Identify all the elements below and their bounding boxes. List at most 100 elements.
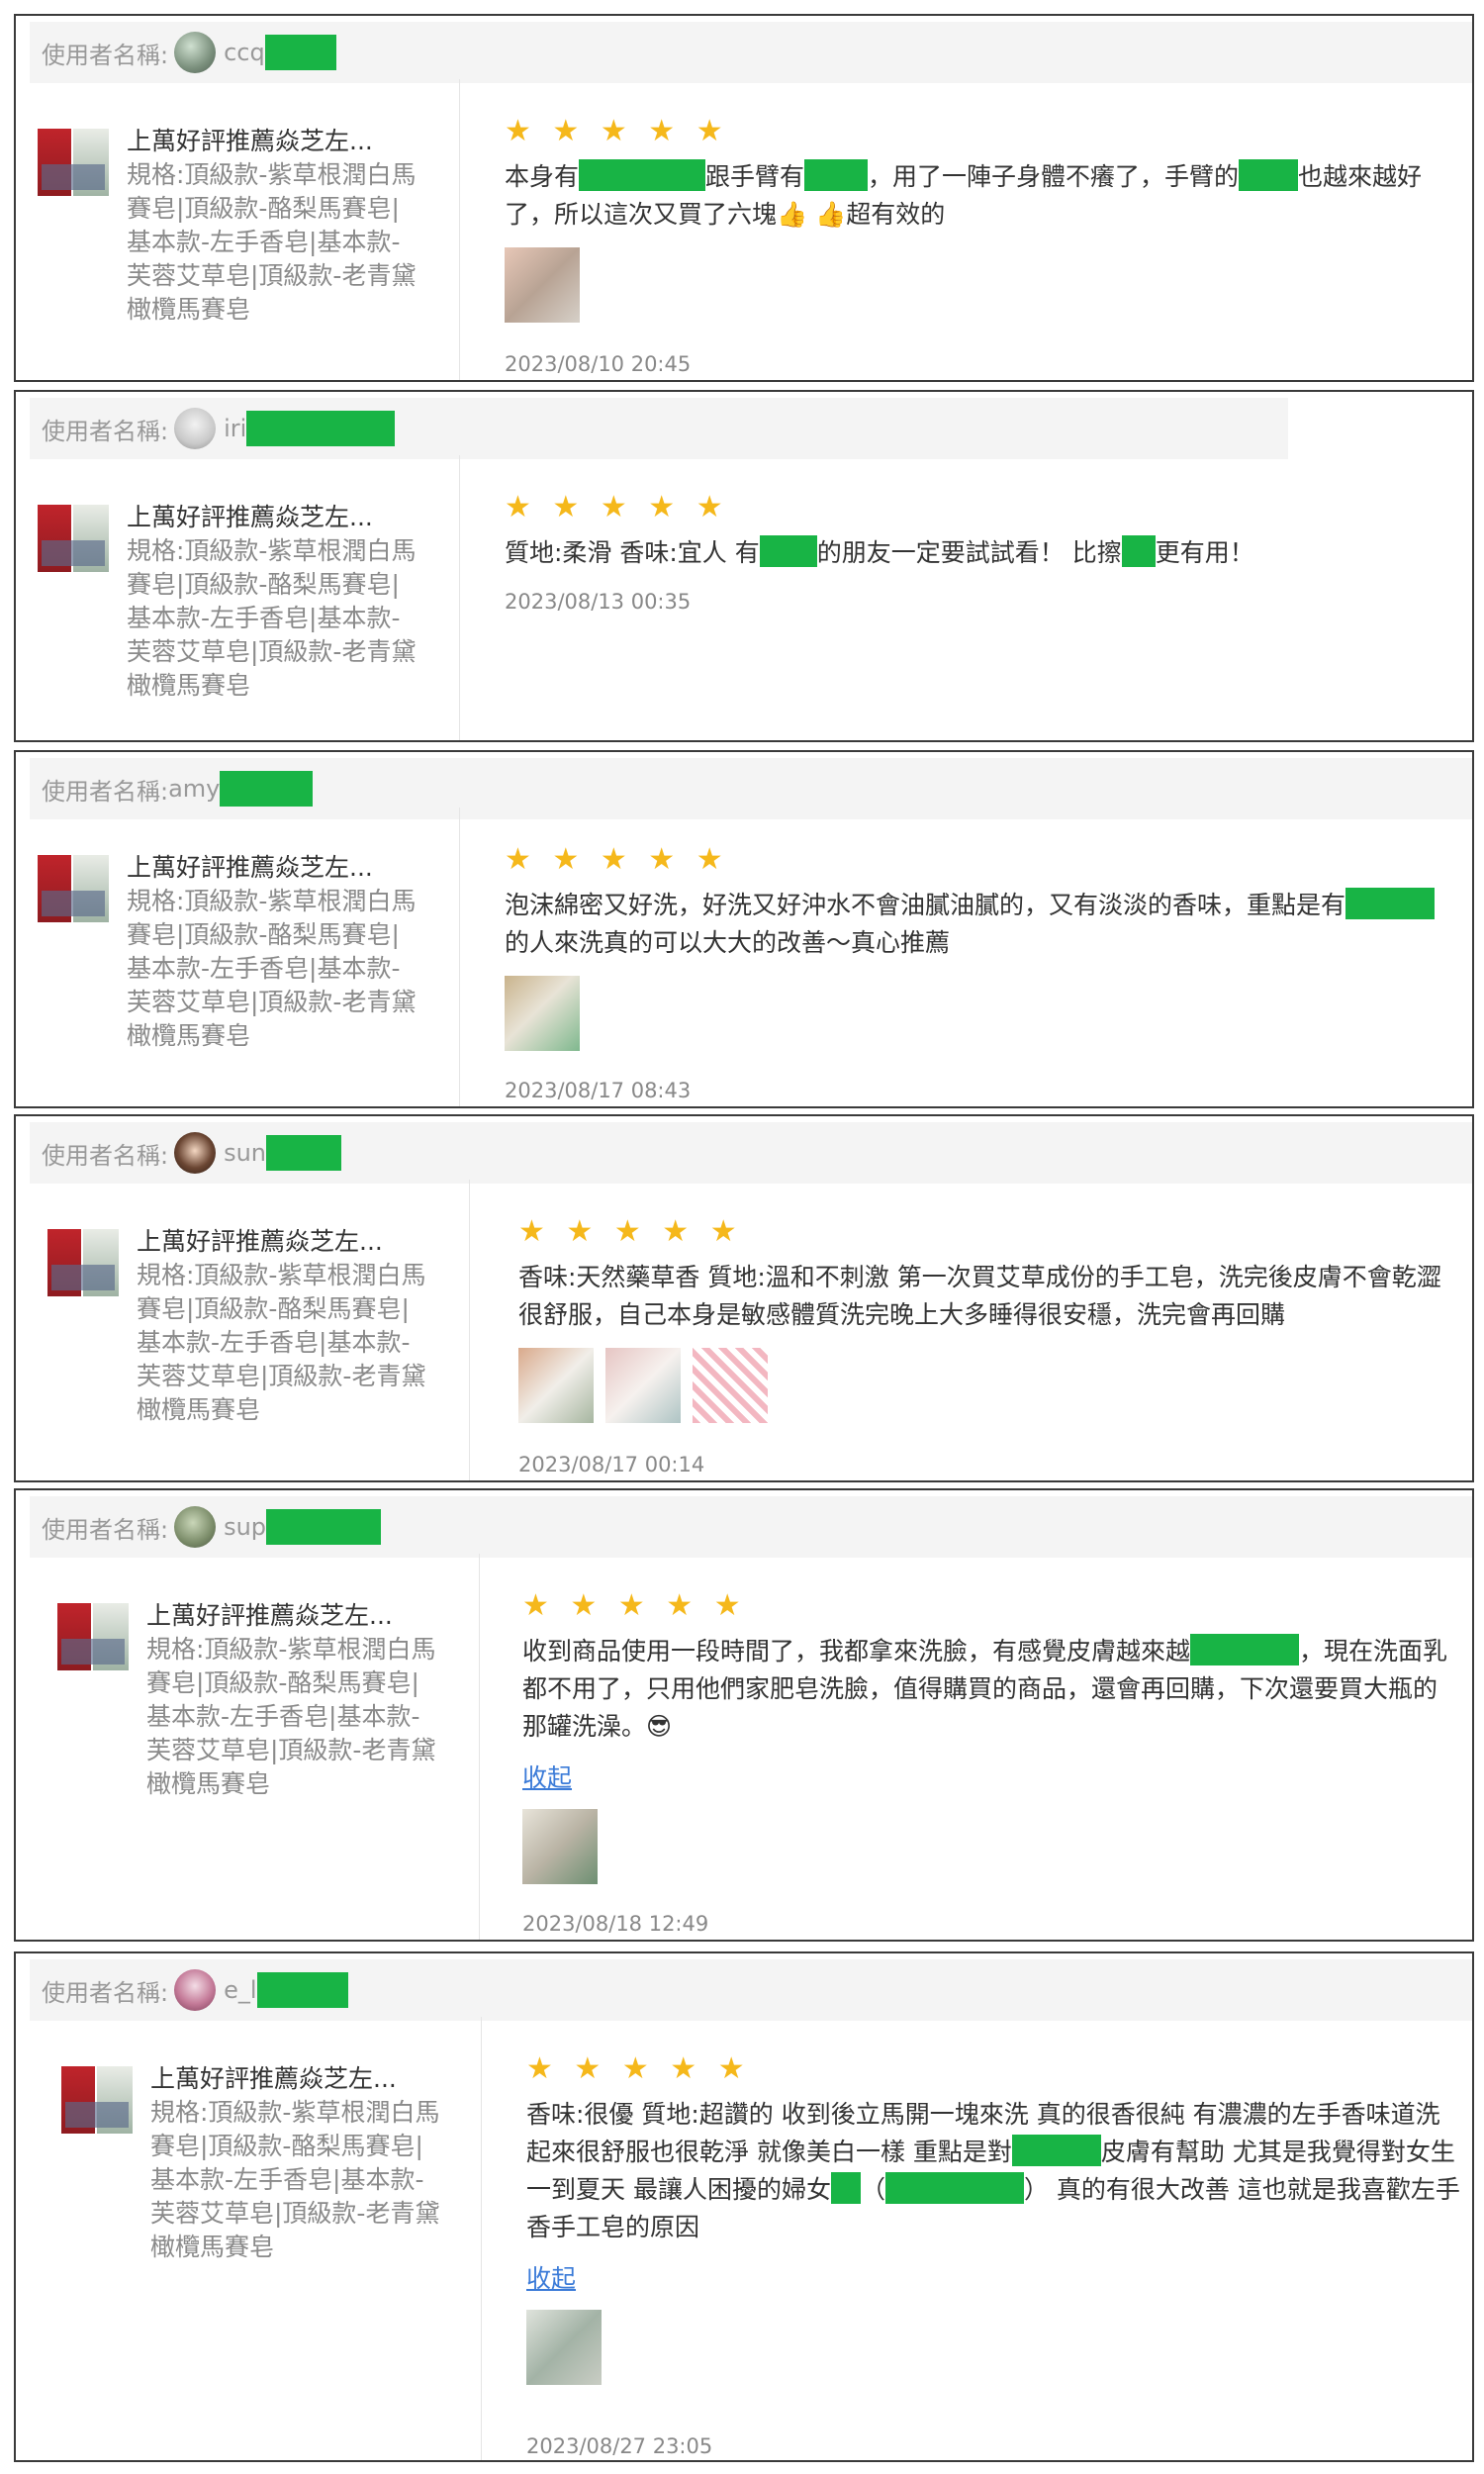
review-text: 香味:很優 質地:超讚的 收到後立馬開一塊來洗 真的很香很純 有濃濃的左手香味道… [526,2100,1460,2241]
product-info[interactable]: 上萬好評推薦焱芝左... 規格:頂級款-紫草根潤白馬賽皂|頂級款-酪梨馬賽皂|基… [36,851,423,1053]
username-label: 使用者名稱: [42,1141,169,1170]
rating-stars: ★ ★ ★ ★ ★ [526,2051,751,2086]
review-photo[interactable] [605,1348,681,1423]
review-photo[interactable] [693,1348,768,1423]
review-date: 2023/08/17 08:43 [505,1079,692,1102]
product-thumbnail[interactable] [36,501,111,576]
username: sup [224,1513,267,1541]
product-spec: 規格:頂級款-紫草根潤白馬賽皂|頂級款-酪梨馬賽皂|基本款-左手香皂|基本款-芙… [127,887,417,1050]
avatar [174,1132,217,1174]
product-title[interactable]: 上萬好評推薦焱芝左... [137,1225,433,1259]
review-card: 使用者名稱: sup 上萬好評推薦焱芝左... 規格:頂級款-紫草根潤白馬賽皂|… [14,1488,1474,1942]
redacted-block [1190,1634,1300,1665]
collapse-link[interactable]: 收起 [522,1761,1460,1795]
reviewer-header: 使用者名稱: amy [30,758,1472,819]
sunglasses-emoji: 😎 [646,1712,673,1741]
avatar [174,32,217,73]
rating-stars: ★ ★ ★ ★ ★ [505,490,729,524]
product-title[interactable]: 上萬好評推薦焱芝左... [150,2062,447,2096]
rating-stars: ★ ★ ★ ★ ★ [505,842,729,877]
product-info[interactable]: 上萬好評推薦焱芝左... 規格:頂級款-紫草根潤白馬賽皂|頂級款-酪梨馬賽皂|基… [36,125,423,327]
review-text: 香味:天然藥草香 質地:溫和不刺激 第一次買艾草成份的手工皂，洗完後皮膚不會乾澀… [518,1263,1441,1329]
redacted-block [884,2172,1024,2204]
username-label: 使用者名稱: [42,1515,169,1544]
review-content: ★ ★ ★ ★ ★ 收到商品使用一段時間了，我都拿來洗臉，有感覺皮膚越來越 ，現在… [522,1589,1460,1884]
reviewer-header: 使用者名稱: sup [30,1496,1472,1558]
username-label: 使用者名稱: [42,41,169,69]
redacted-block [1011,2135,1101,2166]
redacted-block [1121,535,1156,567]
product-info[interactable]: 上萬好評推薦焱芝左... 規格:頂級款-紫草根潤白馬賽皂|頂級款-酪梨馬賽皂|基… [55,1599,443,1801]
review-text: 收到商品使用一段時間了，我都拿來洗臉，有感覺皮膚越來越 ，現在洗面乳都不用了，只用… [522,1633,1460,1746]
product-info[interactable]: 上萬好評推薦焱芝左... 規格:頂級款-紫草根潤白馬賽皂|頂級款-酪梨馬賽皂|基… [36,501,423,703]
review-photo[interactable] [505,247,580,323]
review-date: 2023/08/13 00:35 [505,590,692,614]
rating-stars: ★ ★ ★ ★ ★ [522,1588,747,1623]
redacted-block [220,771,314,807]
divider [459,455,460,740]
product-title[interactable]: 上萬好評推薦焱芝左... [127,501,423,534]
avatar [174,1506,217,1548]
review-card: 使用者名稱: iri 上萬好評推薦焱芝左... 規格:頂級款-紫草根潤白馬賽皂|… [14,390,1474,742]
username-label: 使用者名稱: [42,417,169,445]
product-spec: 規格:頂級款-紫草根潤白馬賽皂|頂級款-酪梨馬賽皂|基本款-左手香皂|基本款-芙… [127,160,417,324]
review-text: 本身有 跟手臂有 ，用了一陣子身體不癢了，手臂的 也越來越好了，所以這次又買了六塊👍 … [505,158,1454,234]
redacted-block [830,2172,861,2204]
username-label: 使用者名稱: [42,777,169,806]
product-spec: 規格:頂級款-紫草根潤白馬賽皂|頂級款-酪梨馬賽皂|基本款-左手香皂|基本款-芙… [137,1261,426,1424]
review-text: 質地:柔滑 香味:宜人 有的朋友一定要試試看！ 比擦 更有用！ [505,534,1454,572]
redacted-block [1239,159,1299,191]
rating-stars: ★ ★ ★ ★ ★ [518,1214,743,1249]
review-card: 使用者名稱: amy 上萬好評推薦焱芝左... 規格:頂級款-紫草根潤白馬賽皂|… [14,750,1474,1108]
review-date: 2023/08/10 20:45 [505,352,692,376]
redacted-block [266,1135,342,1171]
review-photo[interactable] [526,2310,602,2385]
thumbs-up-emoji: 👍 👍 [777,200,847,229]
review-photo[interactable] [518,1348,594,1423]
product-thumbnail[interactable] [36,125,111,200]
product-thumbnail[interactable] [36,851,111,926]
review-card: 使用者名稱: e_l 上萬好評推薦焱芝左... 規格:頂級款-紫草根潤白馬賽皂|… [14,1951,1474,2462]
username: iri [224,415,247,442]
redacted-block [804,159,869,191]
review-content: ★ ★ ★ ★ ★ 香味:很優 質地:超讚的 收到後立馬開一塊來洗 真的很香很純… [526,2052,1460,2385]
username: sun [224,1139,267,1167]
review-photo[interactable] [522,1809,598,1884]
review-date: 2023/08/17 00:14 [518,1453,705,1476]
divider [459,79,460,380]
product-thumbnail[interactable] [55,1599,131,1674]
product-title[interactable]: 上萬好評推薦焱芝左... [127,851,423,885]
product-spec: 規格:頂級款-紫草根潤白馬賽皂|頂級款-酪梨馬賽皂|基本款-左手香皂|基本款-芙… [146,1635,436,1798]
reviewer-header: 使用者名稱: iri [30,398,1288,459]
reviewer-header: 使用者名稱: e_l [30,1959,1472,2021]
product-info[interactable]: 上萬好評推薦焱芝左... 規格:頂級款-紫草根潤白馬賽皂|頂級款-酪梨馬賽皂|基… [46,1225,433,1427]
avatar [174,1969,217,2011]
divider [459,808,460,1106]
reviewer-header: 使用者名稱: ccq [30,22,1472,83]
review-content: ★ ★ ★ ★ ★ 本身有 跟手臂有 ，用了一陣子身體不癢了，手臂的 也越來越好了，所… [505,115,1454,323]
username: ccq [224,39,265,66]
redacted-block [1345,888,1404,919]
divider [479,1554,480,1940]
product-info[interactable]: 上萬好評推薦焱芝左... 規格:頂級款-紫草根潤白馬賽皂|頂級款-酪梨馬賽皂|基… [59,2062,447,2264]
avatar [174,408,217,449]
review-content: ★ ★ ★ ★ ★ 香味:天然藥草香 質地:溫和不刺激 第一次買艾草成份的手工皂… [518,1215,1458,1423]
review-content: ★ ★ ★ ★ ★ 質地:柔滑 香味:宜人 有的朋友一定要試試看！ 比擦 更有用！… [505,490,1454,615]
review-photo[interactable] [505,976,580,1051]
review-date: 2023/08/27 23:05 [526,2434,713,2458]
product-spec: 規格:頂級款-紫草根潤白馬賽皂|頂級款-酪梨馬賽皂|基本款-左手香皂|基本款-芙… [150,2098,440,2261]
redacted-block [266,1509,382,1545]
divider [469,1180,470,1480]
product-title[interactable]: 上萬好評推薦焱芝左... [127,125,423,158]
redacted-block [246,411,396,446]
product-thumbnail[interactable] [46,1225,121,1300]
product-title[interactable]: 上萬好評推薦焱芝左... [146,1599,443,1633]
review-date: 2023/08/18 12:49 [522,1912,709,1936]
rating-stars: ★ ★ ★ ★ ★ [505,114,729,148]
collapse-link[interactable]: 收起 [526,2262,1460,2296]
redacted-block [579,159,706,191]
product-thumbnail[interactable] [59,2062,135,2138]
product-spec: 規格:頂級款-紫草根潤白馬賽皂|頂級款-酪梨馬賽皂|基本款-左手香皂|基本款-芙… [127,536,417,700]
redacted-block [264,35,336,70]
reviewer-header: 使用者名稱: sun [30,1122,1472,1184]
